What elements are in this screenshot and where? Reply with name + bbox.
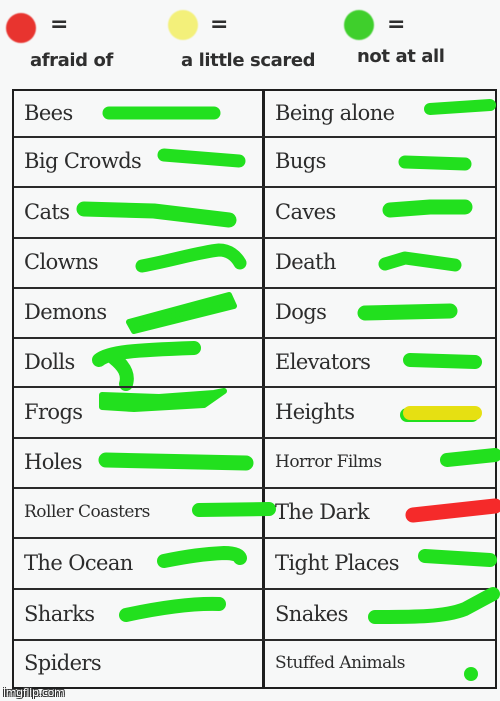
fear-cell: Being alone <box>265 91 496 137</box>
rating-stroke <box>99 388 227 412</box>
fear-label: Clowns <box>24 250 99 275</box>
red-dot-icon <box>6 13 36 43</box>
rating-stroke <box>157 148 246 168</box>
fear-cell: Demons <box>14 288 262 338</box>
fear-cell: Bees <box>14 91 262 137</box>
fear-label: Big Crowds <box>24 149 142 174</box>
fear-label: Being alone <box>275 101 395 126</box>
fear-chart-table: Bees Being alone Big Crowds Bugs Cats Caves Cl… <box>12 89 500 689</box>
rating-stroke <box>405 498 500 523</box>
fear-cell: Stuffed Animals <box>265 640 495 688</box>
fear-label: Heights <box>275 399 355 424</box>
fear-cell: Death <box>265 238 495 288</box>
rating-stroke <box>157 545 247 568</box>
fear-cell: Spiders <box>14 640 262 688</box>
fear-cell: Cats <box>14 187 262 238</box>
fear-label: Death <box>275 250 336 275</box>
legend: = afraid of = a little scared = not at a… <box>0 0 500 88</box>
fear-cell: Sharks <box>14 589 262 640</box>
legend-label: a little scared <box>181 50 316 71</box>
fear-cell: Bugs <box>265 137 495 187</box>
fear-cell: Dolls <box>14 338 262 391</box>
fear-cell: Horror Films <box>265 438 500 488</box>
fear-label: Snakes <box>275 601 348 626</box>
rating-stroke <box>398 155 472 171</box>
legend-label: afraid of <box>30 50 113 71</box>
rating-stroke <box>98 452 254 471</box>
rating-stroke <box>135 243 247 273</box>
fear-cell: Caves <box>265 187 495 238</box>
equals-sign: = <box>387 12 406 37</box>
rating-stroke <box>119 596 226 622</box>
fear-label: The Ocean <box>24 550 133 575</box>
fear-label: Dolls <box>24 349 75 374</box>
rating-stroke <box>403 353 482 369</box>
fear-label: Tight Places <box>275 550 400 575</box>
rating-stroke <box>192 502 276 517</box>
rating-stroke <box>76 201 237 228</box>
fear-label: Cats <box>24 199 70 224</box>
watermark: imgflip.com <box>3 686 65 699</box>
rating-stroke <box>440 448 500 467</box>
fear-label: Dogs <box>275 300 327 325</box>
yellow-dot-icon <box>168 10 198 40</box>
fear-label: Frogs <box>24 399 83 424</box>
fear-cell: Heights <box>265 387 495 438</box>
rating-stroke <box>357 303 458 321</box>
rating-stroke <box>382 199 473 218</box>
equals-sign: = <box>210 12 229 37</box>
fear-label: Horror Films <box>275 452 382 473</box>
legend-label: not at all <box>357 46 445 67</box>
fear-label: Stuffed Animals <box>275 653 405 674</box>
equals-sign: = <box>50 12 69 37</box>
fear-cell: The Dark <box>265 488 500 538</box>
fear-label: Bugs <box>275 149 326 174</box>
fear-label: Holes <box>24 450 82 475</box>
fear-cell: Dogs <box>265 288 495 338</box>
fear-label: Roller Coasters <box>24 502 150 523</box>
rating-stroke <box>378 251 462 272</box>
fear-cell: Tight Places <box>265 538 497 589</box>
rating-stroke <box>418 549 497 567</box>
fear-label: The Dark <box>275 500 370 525</box>
fear-label: Bees <box>24 101 73 126</box>
green-dot-icon <box>344 10 374 40</box>
rating-stroke <box>464 667 478 681</box>
fear-cell: Snakes <box>265 587 500 640</box>
fear-label: Demons <box>24 300 107 325</box>
fear-label: Sharks <box>24 601 95 626</box>
rating-stroke <box>368 587 500 624</box>
fear-label: Caves <box>275 199 336 224</box>
fear-label: Elevators <box>275 349 371 374</box>
fear-cell: Elevators <box>265 338 495 387</box>
fear-cell: Clowns <box>14 238 262 288</box>
fear-cell: The Ocean <box>14 538 262 589</box>
fear-cell: Roller Coasters <box>14 488 276 538</box>
fear-cell: Holes <box>14 438 262 488</box>
rating-stroke <box>424 99 496 115</box>
fear-cell: Big Crowds <box>14 137 262 187</box>
fear-label: Spiders <box>24 651 102 676</box>
rating-stroke <box>126 292 237 334</box>
fear-cell: Frogs <box>14 387 262 438</box>
rating-stroke <box>92 341 201 391</box>
